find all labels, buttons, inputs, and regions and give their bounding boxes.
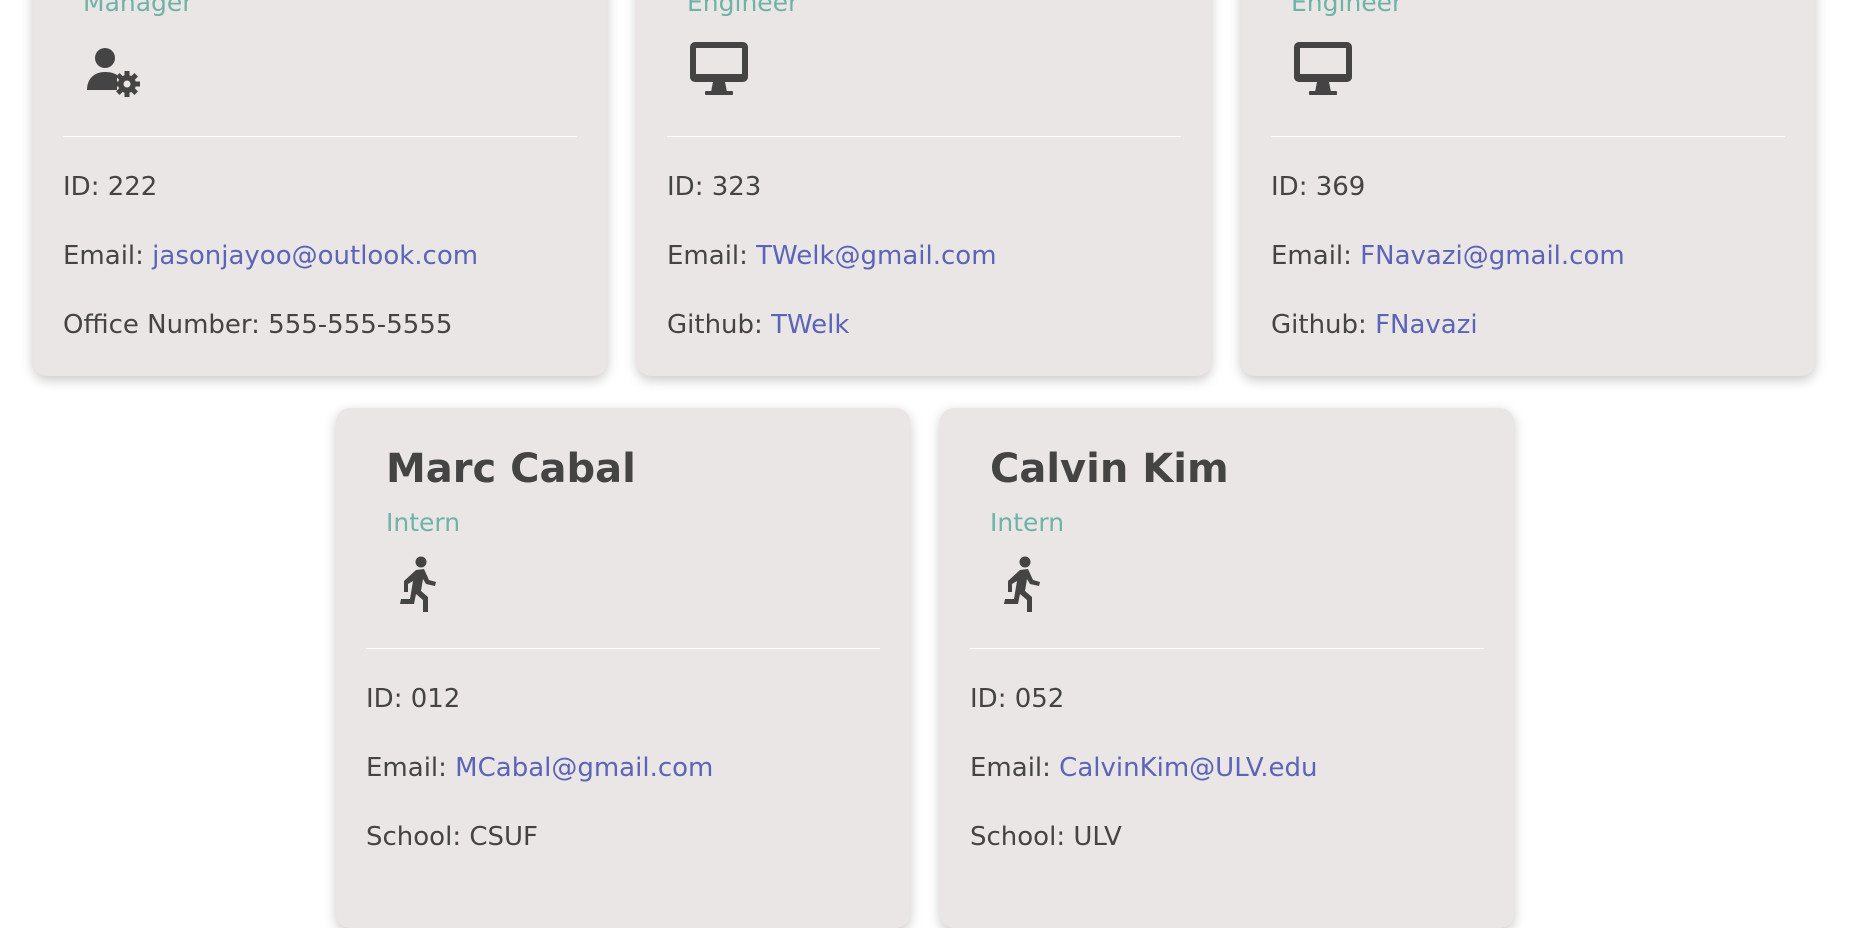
employee-card-engineer: Engineer ID: 323 Email: TWelk@gmail.com … <box>637 0 1211 376</box>
employee-email: Email: TWelk@gmail.com <box>667 241 997 271</box>
email-link[interactable]: FNavazi@gmail.com <box>1360 241 1625 271</box>
running-person-icon <box>990 554 1054 618</box>
card-divider <box>1271 136 1785 137</box>
card-divider <box>63 136 577 137</box>
employee-name: Marc Cabal <box>386 446 636 492</box>
employee-email: Email: MCabal@gmail.com <box>366 753 714 783</box>
email-link[interactable]: MCabal@gmail.com <box>455 753 713 783</box>
employee-email: Email: FNavazi@gmail.com <box>1271 241 1625 271</box>
employee-id: ID: 012 <box>366 684 461 714</box>
employee-card-intern: Marc Cabal Intern ID: 012 Email: MCabal@… <box>336 408 910 928</box>
employee-role: Intern <box>990 508 1065 537</box>
employee-id: ID: 369 <box>1271 172 1366 202</box>
employee-role: Manager <box>83 0 193 17</box>
employee-school: School: ULV <box>970 822 1122 852</box>
email-link[interactable]: TWelk@gmail.com <box>756 241 996 271</box>
employee-card-intern: Calvin Kim Intern ID: 052 Email: CalvinK… <box>940 408 1514 928</box>
employee-role: Engineer <box>687 0 799 17</box>
employee-id: ID: 052 <box>970 684 1065 714</box>
employee-email: Email: jasonjayoo@outlook.com <box>63 241 479 271</box>
email-link[interactable]: CalvinKim@ULV.edu <box>1059 753 1317 783</box>
employee-github: Github: FNavazi <box>1271 310 1478 340</box>
user-gear-icon <box>83 40 147 104</box>
github-link[interactable]: TWelk <box>771 310 849 340</box>
desktop-monitor-icon <box>1291 38 1355 102</box>
employee-id: ID: 222 <box>63 172 158 202</box>
running-person-icon <box>386 554 450 618</box>
card-divider <box>970 648 1484 649</box>
employee-id: ID: 323 <box>667 172 762 202</box>
employee-card-engineer: Engineer ID: 369 Email: FNavazi@gmail.co… <box>1241 0 1815 376</box>
employee-github: Github: TWelk <box>667 310 850 340</box>
employee-role: Intern <box>386 508 461 537</box>
email-link[interactable]: jasonjayoo@outlook.com <box>152 241 478 271</box>
employee-office-number: Office Number: 555-555-5555 <box>63 310 453 340</box>
desktop-monitor-icon <box>687 38 751 102</box>
employee-role: Engineer <box>1291 0 1403 17</box>
employee-card-manager: Manager ID: 222 Email: jasonjayoo@outloo… <box>33 0 607 376</box>
employee-school: School: CSUF <box>366 822 538 852</box>
employee-email: Email: CalvinKim@ULV.edu <box>970 753 1318 783</box>
card-divider <box>667 136 1181 137</box>
card-divider <box>366 648 880 649</box>
employee-name: Calvin Kim <box>990 446 1229 492</box>
github-link[interactable]: FNavazi <box>1375 310 1478 340</box>
